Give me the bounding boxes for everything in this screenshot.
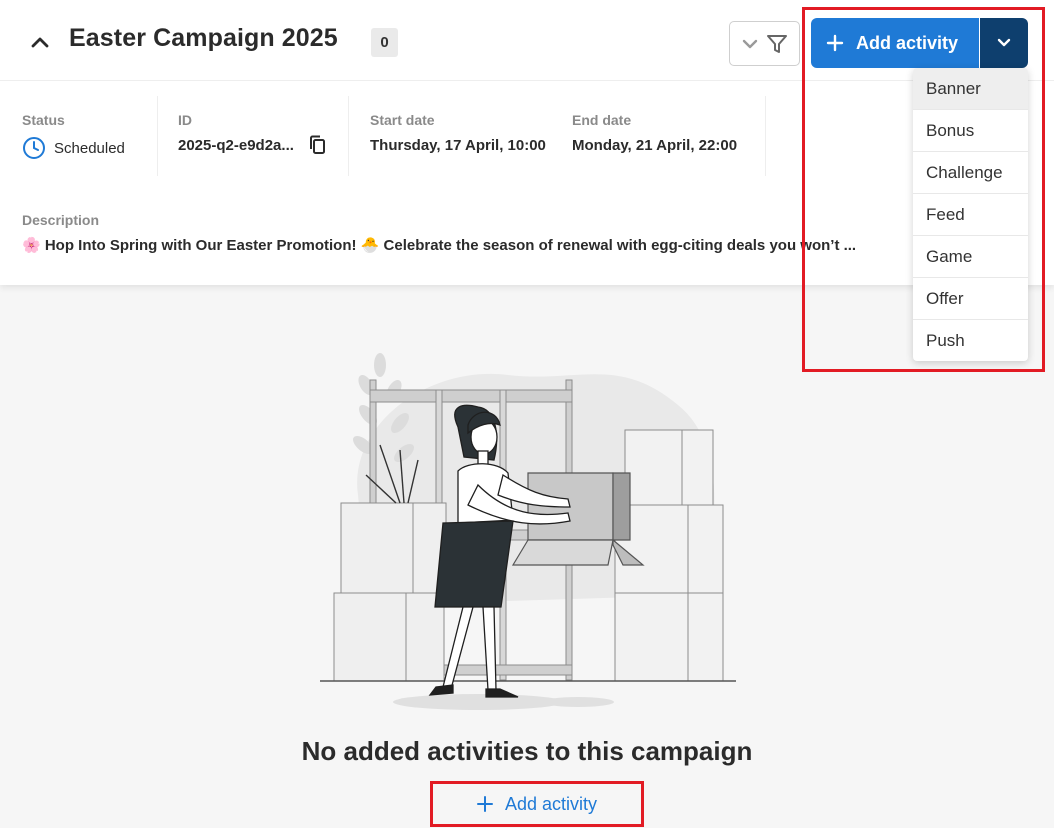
clock-icon	[23, 137, 45, 159]
start-date-label: Start date	[370, 112, 435, 128]
menu-item-bonus[interactable]: Bonus	[913, 110, 1028, 152]
add-activity-label: Add activity	[856, 32, 959, 53]
menu-item-push[interactable]: Push	[913, 320, 1028, 361]
menu-item-offer[interactable]: Offer	[913, 278, 1028, 320]
status-value: Scheduled	[22, 136, 125, 160]
plus-icon	[826, 34, 844, 52]
activity-type-menu: Banner Bonus Challenge Feed Game Offer P…	[913, 68, 1028, 361]
copy-icon	[310, 135, 325, 154]
divider	[348, 96, 349, 176]
menu-item-challenge[interactable]: Challenge	[913, 152, 1028, 194]
end-date-label: End date	[572, 112, 632, 128]
id-label: ID	[178, 112, 192, 128]
chevron-down-icon	[742, 39, 757, 48]
filter-icon	[766, 34, 787, 53]
filter-button[interactable]	[729, 21, 800, 66]
menu-item-feed[interactable]: Feed	[913, 194, 1028, 236]
start-date-value: Thursday, 17 April, 10:00	[370, 137, 546, 154]
menu-item-banner[interactable]: Banner	[913, 68, 1028, 110]
campaign-header: Easter Campaign 2025 0 Add activity	[0, 0, 1054, 81]
activity-count-badge: 0	[371, 28, 398, 57]
description-text: 🌸 Hop Into Spring with Our Easter Promot…	[22, 237, 857, 254]
chevron-down-icon	[997, 38, 1011, 47]
empty-state-add-activity-label: Add activity	[504, 793, 598, 814]
status-label: Status	[22, 112, 65, 128]
add-activity-button[interactable]: Add activity	[811, 18, 979, 68]
divider	[765, 96, 766, 176]
empty-state-illustration	[320, 353, 736, 710]
status-text: Scheduled	[54, 139, 125, 157]
id-value: 2025-q2-e9d2a...	[178, 137, 294, 154]
plus-icon	[476, 796, 493, 812]
chevron-up-icon	[31, 37, 49, 48]
collapse-button[interactable]	[26, 28, 54, 56]
empty-state-add-activity-button[interactable]: Add activity	[434, 785, 640, 823]
campaign-card: Easter Campaign 2025 0 Add activity Stat…	[0, 0, 1054, 285]
end-date-value: Monday, 21 April, 22:00	[572, 137, 738, 154]
empty-state-title: No added activities to this campaign	[301, 736, 753, 766]
divider	[157, 96, 158, 176]
add-activity-dropdown-toggle[interactable]	[980, 18, 1028, 68]
menu-item-game[interactable]: Game	[913, 236, 1028, 278]
page-title: Easter Campaign 2025	[69, 24, 338, 52]
copy-id-button[interactable]	[307, 134, 329, 156]
description-label: Description	[22, 212, 100, 228]
